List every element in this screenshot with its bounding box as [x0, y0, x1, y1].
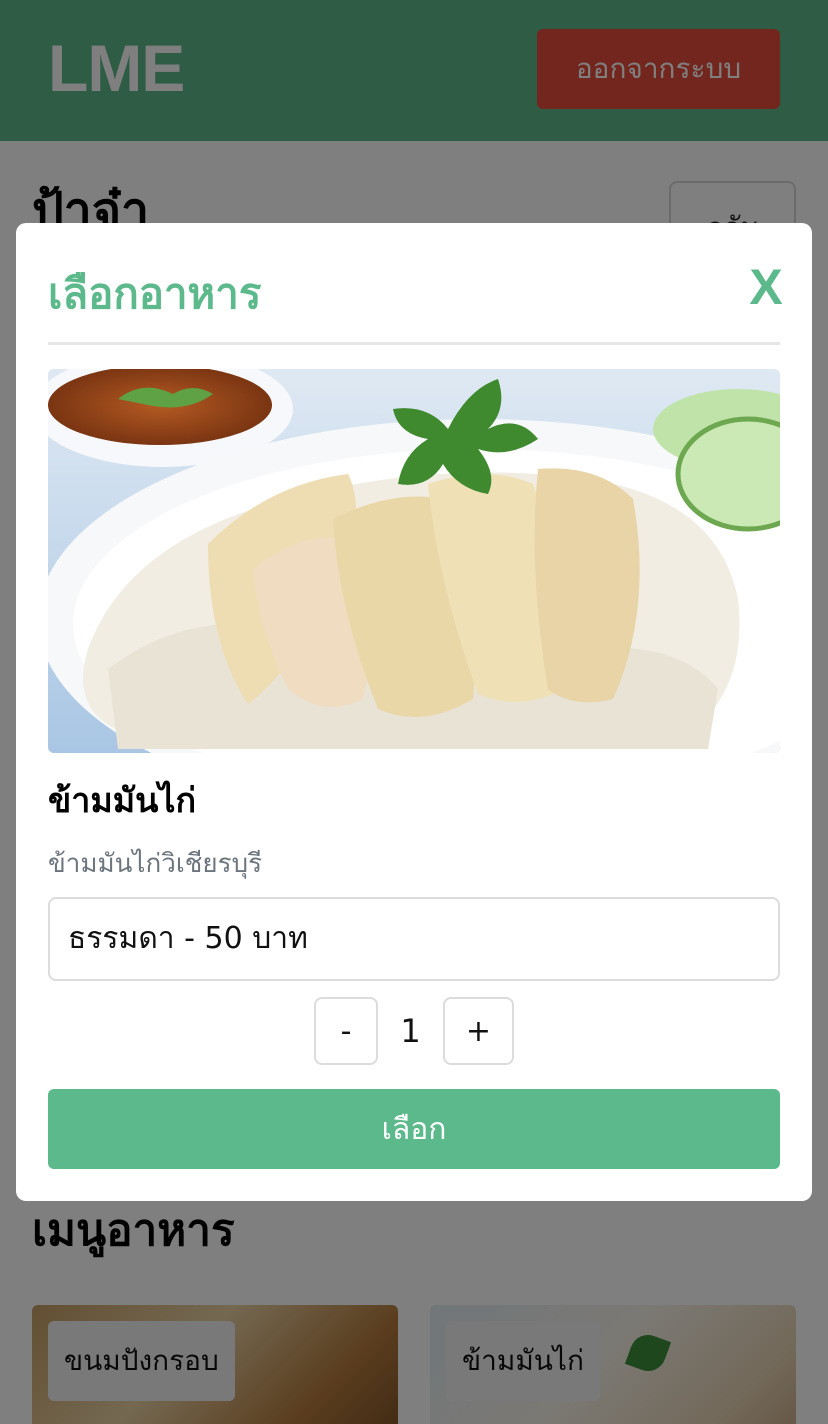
select-food-button[interactable]: เลือก [48, 1089, 780, 1169]
quantity-decrease-button[interactable]: - [314, 997, 378, 1065]
food-name: ข้ามมันไก่ [48, 781, 197, 821]
food-description: ข้ามมันไก่วิเชียรบุรี [48, 849, 263, 879]
quantity-value: 1 [400, 1012, 421, 1050]
quantity-increase-button[interactable]: + [443, 997, 514, 1065]
food-image [48, 369, 780, 753]
close-button[interactable]: X [738, 255, 794, 319]
modal-title: เลือกอาหาร [48, 269, 262, 318]
modal-divider [48, 342, 780, 345]
food-select-modal: เลือกอาหาร X ข้ามมันไก่ ข้ามมันไก่วิเชีย… [16, 223, 812, 1201]
price-option-select[interactable]: ธรรมดา - 50 บาท [48, 897, 780, 981]
